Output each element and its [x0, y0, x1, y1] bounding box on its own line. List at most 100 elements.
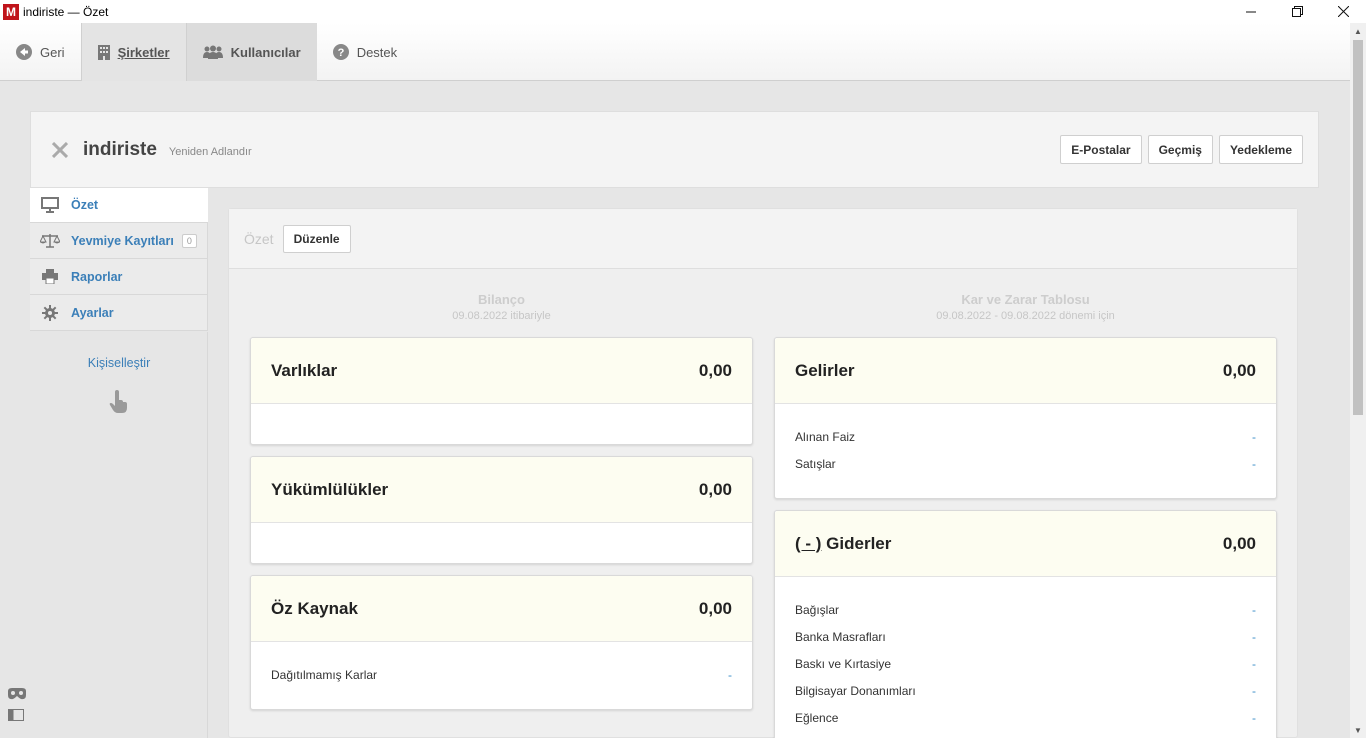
- hand-pointer-icon: [108, 390, 130, 417]
- back-button[interactable]: Geri: [0, 23, 81, 81]
- assets-value: 0,00: [698, 360, 732, 380]
- balance-title: Bilanço: [478, 292, 525, 307]
- app-logo-icon: M: [3, 3, 19, 20]
- list-item[interactable]: Baskı ve Kırtasiye -: [795, 650, 1256, 677]
- expenses-name: Giderler: [826, 533, 892, 553]
- row-value: -: [1252, 456, 1256, 471]
- row-label: Dağıtılmamış Karlar: [271, 667, 378, 682]
- question-circle-icon: ?: [332, 44, 349, 60]
- sidebar-toggle-icon[interactable]: [8, 709, 26, 724]
- list-item[interactable]: Banka Masrafları -: [795, 623, 1256, 650]
- company-header: indiriste Yeniden Adlandır E-Postalar Ge…: [30, 111, 1319, 188]
- pnl-subtitle: 09.08.2022 - 09.08.2022 dönemi için: [936, 310, 1115, 322]
- users-tab[interactable]: Kullanıcılar: [186, 23, 317, 81]
- customize-link[interactable]: Kişiselleştir: [30, 356, 208, 370]
- window-title: indiriste — Özet: [23, 4, 109, 19]
- companies-tab[interactable]: Şirketler: [80, 23, 187, 81]
- expenses-card-header[interactable]: ( - ) Giderler 0,00: [775, 511, 1276, 577]
- sidebar-item-label: Yevmiye Kayıtları: [71, 233, 174, 248]
- row-label: Eğlence: [795, 710, 839, 725]
- companies-label: Şirketler: [117, 44, 170, 60]
- panel-header: Özet Düzenle: [229, 209, 1297, 269]
- users-label: Kullanıcılar: [230, 44, 301, 60]
- row-value: -: [728, 667, 732, 682]
- list-item[interactable]: Eğlence -: [795, 704, 1256, 731]
- pnl-title-text: Kar ve Zarar Tablosu: [961, 292, 1090, 307]
- expenses-prefix: ( - ): [795, 533, 822, 553]
- list-item[interactable]: Bilgisayar Donanımları -: [795, 677, 1256, 704]
- row-label: Satışlar: [795, 456, 836, 471]
- close-icon: [1337, 6, 1349, 17]
- row-value: -: [1252, 602, 1256, 617]
- assets-label: Varlıklar: [271, 360, 338, 380]
- svg-text:?: ?: [337, 47, 344, 59]
- close-window-button[interactable]: [1320, 0, 1366, 23]
- rename-link[interactable]: Yeniden Adlandır: [169, 146, 252, 158]
- minimize-icon: [1246, 11, 1256, 12]
- users-icon: [202, 45, 223, 59]
- assets-card-header[interactable]: Varlıklar 0,00: [251, 338, 752, 404]
- printer-icon: [40, 269, 60, 284]
- scale-icon: [40, 233, 60, 248]
- panel-title: Özet: [244, 230, 274, 247]
- income-label: Gelirler: [795, 360, 855, 380]
- bottom-tools: [8, 688, 26, 730]
- equity-value: 0,00: [698, 598, 732, 618]
- row-value: -: [1252, 429, 1256, 444]
- minimize-button[interactable]: [1228, 0, 1274, 23]
- window-controls: [1228, 0, 1366, 23]
- row-value: -: [1252, 629, 1256, 644]
- balance-sheet-title: Bilanço 09.08.2022 itibariyle: [250, 292, 753, 322]
- back-label: Geri: [40, 44, 65, 60]
- sidebar-item-label: Raporlar: [71, 269, 123, 284]
- balance-subtitle: 09.08.2022 itibariyle: [452, 310, 551, 322]
- journal-count-badge: 0: [181, 233, 197, 248]
- liabilities-card: Yükümlülükler 0,00: [250, 456, 753, 564]
- presentation-icon: [40, 197, 60, 213]
- mask-icon[interactable]: [8, 688, 26, 703]
- restore-icon: [1291, 6, 1303, 17]
- list-item[interactable]: Satışlar -: [795, 450, 1256, 477]
- emails-button[interactable]: E-Postalar: [1060, 135, 1142, 164]
- gear-icon: [40, 304, 60, 321]
- row-value: -: [1252, 656, 1256, 671]
- sidebar-item-summary[interactable]: Özet: [30, 188, 208, 223]
- liabilities-label: Yükümlülükler: [271, 479, 389, 499]
- list-item[interactable]: Alınan Faiz -: [795, 423, 1256, 450]
- equity-label: Öz Kaynak: [271, 598, 358, 618]
- equity-card-header[interactable]: Öz Kaynak 0,00: [251, 576, 752, 642]
- support-button[interactable]: ? Destek: [317, 23, 413, 81]
- income-card-header[interactable]: Gelirler 0,00: [775, 338, 1276, 404]
- liabilities-card-header[interactable]: Yükümlülükler 0,00: [251, 457, 752, 523]
- header-buttons: E-Postalar Geçmiş Yedekleme: [1060, 135, 1303, 164]
- list-item[interactable]: Bağışlar -: [795, 596, 1256, 623]
- backup-button[interactable]: Yedekleme: [1218, 135, 1303, 164]
- sidebar-item-journal[interactable]: Yevmiye Kayıtları 0: [30, 223, 208, 259]
- income-value: 0,00: [1222, 360, 1256, 380]
- sidebar-item-reports[interactable]: Raporlar: [30, 259, 208, 295]
- history-button[interactable]: Geçmiş: [1147, 135, 1213, 164]
- expenses-label: ( - ) Giderler: [795, 534, 891, 554]
- row-label: Bağışlar: [795, 602, 840, 617]
- sidebar-item-settings[interactable]: Ayarlar: [30, 295, 208, 331]
- vertical-scrollbar[interactable]: ▲ ▼: [1350, 23, 1366, 738]
- sidebar-item-label: Ayarlar: [71, 305, 114, 320]
- title-bar: M indiriste — Özet: [0, 0, 1366, 23]
- liabilities-value: 0,00: [698, 479, 732, 499]
- arrow-left-circle-icon: [16, 44, 32, 60]
- scroll-up-icon[interactable]: ▲: [1350, 23, 1366, 39]
- row-label: Alınan Faiz: [795, 429, 856, 444]
- summary-panel: Özet Düzenle Bilanço 09.08.2022 itibariy…: [228, 208, 1298, 738]
- list-item[interactable]: Dağıtılmamış Karlar -: [271, 661, 732, 688]
- restore-button[interactable]: [1274, 0, 1320, 23]
- equity-card: Öz Kaynak 0,00 Dağıtılmamış Karlar -: [250, 575, 753, 710]
- edit-button[interactable]: Düzenle: [282, 224, 351, 253]
- row-value: -: [1252, 683, 1256, 698]
- close-company-icon[interactable]: [49, 139, 71, 161]
- pnl-title: Kar ve Zarar Tablosu 09.08.2022 - 09.08.…: [774, 292, 1277, 322]
- sidebar-item-label: Özet: [71, 198, 99, 212]
- scroll-thumb[interactable]: [1353, 40, 1363, 415]
- main-toolbar: Geri Şirketler Kullanıcılar ? Destek: [0, 23, 1350, 81]
- row-label: Baskı ve Kırtasiye: [795, 656, 892, 671]
- scroll-down-icon[interactable]: ▼: [1350, 722, 1366, 738]
